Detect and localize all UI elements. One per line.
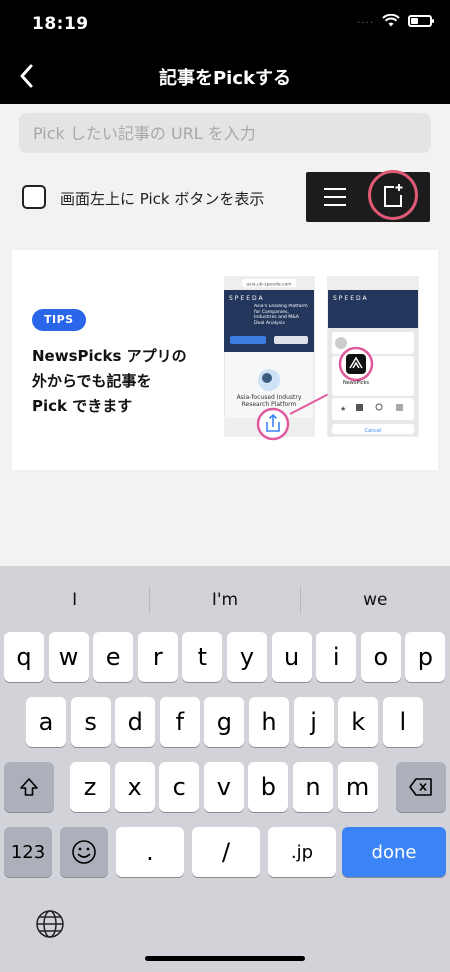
key-p[interactable]: p [405, 632, 446, 682]
page-title: 記事をPickする [158, 68, 291, 89]
suggestion-item[interactable]: we [301, 582, 450, 618]
tips-card: TIPS NewsPicks アプリの 外からでも記事を Pick できます a… [12, 250, 438, 470]
status-time: 18:19 [32, 14, 89, 34]
key-b[interactable]: b [248, 762, 289, 812]
dot-key[interactable]: . [116, 827, 184, 877]
emoji-key[interactable] [60, 827, 108, 877]
suggestion-item[interactable]: I'm [150, 582, 299, 618]
battery-icon [408, 14, 434, 27]
tips-illustration: asia.ub-speeda.com SPEEDA Asia's Leading… [224, 276, 419, 441]
key-c[interactable]: c [159, 762, 200, 812]
tips-line: Pick できます [32, 397, 133, 415]
key-t[interactable]: t [182, 632, 223, 682]
key-m[interactable]: m [337, 762, 378, 812]
shift-icon [20, 778, 38, 796]
key-a[interactable]: a [26, 697, 66, 747]
svg-text:★: ★ [340, 405, 346, 413]
pick-button-preview [306, 170, 430, 222]
illustration-cancel: Cancel [365, 428, 382, 434]
illustration-brand: SPEEDA [229, 295, 265, 302]
shift-key[interactable] [4, 762, 54, 812]
key-k[interactable]: k [338, 697, 379, 747]
suggestion-bar: I I'm we [0, 582, 450, 618]
key-v[interactable]: v [203, 762, 244, 812]
suggestion-item[interactable]: I [0, 582, 149, 618]
tips-badge: TIPS [32, 309, 86, 331]
delete-key[interactable] [396, 762, 446, 812]
key-r[interactable]: r [137, 632, 178, 682]
numbers-key[interactable]: 123 [4, 827, 52, 877]
tips-line: 外からでも記事を [32, 372, 152, 390]
key-y[interactable]: y [227, 632, 267, 682]
tips-line: NewsPicks アプリの [32, 347, 187, 365]
show-pick-button-checkbox[interactable] [22, 185, 46, 209]
tips-description: NewsPicks アプリの 外からでも記事を Pick できます [32, 344, 222, 419]
key-n[interactable]: n [293, 762, 333, 812]
wifi-icon [382, 14, 400, 27]
illustration-headline: Asia's Leading Platform for Companies, I… [254, 304, 308, 326]
globe-icon [36, 910, 64, 938]
jp-key[interactable]: .jp [268, 827, 336, 877]
backspace-icon [409, 778, 432, 796]
key-w[interactable]: w [48, 632, 89, 682]
key-s[interactable]: s [70, 697, 111, 747]
key-x[interactable]: x [114, 762, 155, 812]
status-icons: .... [357, 14, 434, 27]
share-sheet-screenshot: SPEEDA Cancel NewsPicks ★ [327, 276, 419, 437]
emoji-icon [72, 840, 96, 864]
key-j[interactable]: j [293, 697, 334, 747]
illustration-subhead: Asia-focused Industry Research Platform [236, 394, 302, 408]
top-bar: 18:19 .... 記事をPickする [0, 0, 450, 104]
key-o[interactable]: o [360, 632, 401, 682]
illustration-app-name: NewsPicks [343, 380, 369, 386]
key-g[interactable]: g [204, 697, 245, 747]
screen: 18:19 .... 記事をPickする 画面左上に Pick ボタンを表示 [0, 0, 450, 972]
slash-key[interactable]: / [192, 827, 260, 877]
key-d[interactable]: d [115, 697, 156, 747]
key-h[interactable]: h [249, 697, 289, 747]
pick-add-icon [384, 184, 403, 207]
home-indicator [145, 956, 305, 961]
key-z[interactable]: z [70, 762, 110, 812]
key-i[interactable]: i [316, 632, 357, 682]
menu-icon [324, 188, 346, 206]
key-u[interactable]: u [271, 632, 312, 682]
key-q[interactable]: q [4, 632, 44, 682]
pick-highlight-ring [368, 170, 418, 220]
illustration-url: asia.ub-speeda.com [246, 282, 291, 288]
done-key[interactable]: done [342, 827, 446, 877]
url-input[interactable] [19, 113, 431, 153]
svg-text:SPEEDA: SPEEDA [333, 295, 369, 302]
key-f[interactable]: f [159, 697, 200, 747]
key-l[interactable]: l [382, 697, 423, 747]
globe-key[interactable] [32, 906, 68, 942]
signal-icon: .... [357, 15, 374, 26]
show-pick-button-label[interactable]: 画面左上に Pick ボタンを表示 [60, 188, 264, 209]
key-e[interactable]: e [93, 632, 134, 682]
